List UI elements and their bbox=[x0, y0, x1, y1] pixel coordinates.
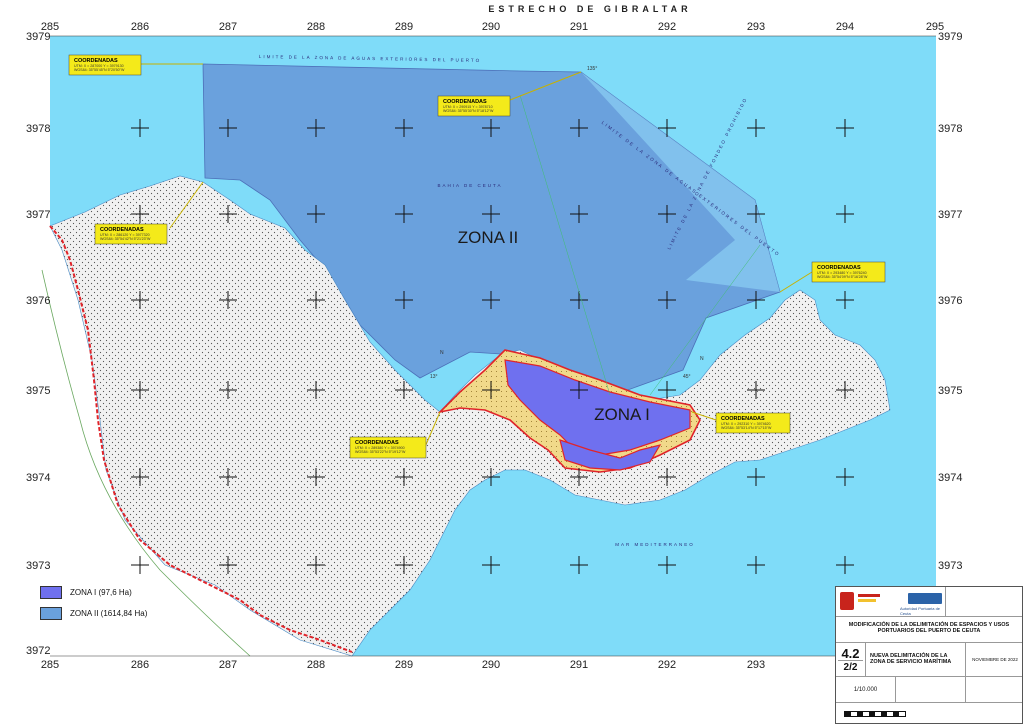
callout-wgs: WGS84: 35°55'45"N 5°20'50"W bbox=[74, 68, 125, 72]
x-grid-label: 289 bbox=[395, 659, 413, 671]
y-grid-label: 3975 bbox=[26, 385, 50, 397]
angle-label-left: 13° bbox=[430, 374, 438, 380]
legend-item-zona-ii: ZONA II (1614,84 Ha) bbox=[40, 607, 190, 620]
angle-label-top: 135° bbox=[587, 66, 597, 72]
x-grid-label: 288 bbox=[307, 659, 325, 671]
y-grid-label: 3978 bbox=[938, 123, 962, 135]
ministry-crest-icon bbox=[840, 592, 854, 610]
coordinate-callout: COORDENADAS UTM: X = 292310 Y = 3974620 … bbox=[715, 412, 791, 434]
tb-scalebar-row bbox=[836, 703, 1022, 725]
x-grid-label: 289 bbox=[395, 21, 413, 33]
tb-date-cell: NOVIEMBRE DE 2022 bbox=[966, 643, 1024, 676]
callout-wgs: WGS84: 35°54'09"N 5°16'28"W bbox=[817, 275, 868, 279]
tb-header-row: Autoridad Portuaria de Ceuta bbox=[836, 587, 1022, 617]
y-grid-label: 3972 bbox=[26, 645, 50, 657]
legend-label: ZONA II (1614,84 Ha) bbox=[70, 609, 148, 618]
divider bbox=[838, 660, 863, 661]
x-grid-label: 292 bbox=[658, 659, 676, 671]
ministry-logo-bar bbox=[858, 599, 876, 602]
x-grid-label: 286 bbox=[131, 659, 149, 671]
north-mark-left: N bbox=[440, 350, 444, 356]
legend-swatch bbox=[40, 607, 62, 620]
y-grid-label: 3979 bbox=[938, 31, 962, 43]
zona-ii-label: ZONA II bbox=[458, 228, 518, 247]
plan-number: 4.2 bbox=[841, 646, 860, 661]
plan-scale: 1/10.000 bbox=[853, 687, 878, 693]
y-grid-label: 3979 bbox=[26, 31, 50, 43]
tb-blank-cell bbox=[896, 677, 966, 702]
org-name: Autoridad Portuaria de Ceuta bbox=[900, 606, 941, 616]
plan-date: NOVIEMBRE DE 2022 bbox=[972, 657, 1018, 662]
x-grid-label: 293 bbox=[747, 21, 765, 33]
y-grid-label: 3977 bbox=[938, 209, 962, 221]
map-legend: ZONA I (97,6 Ha) ZONA II (1614,84 Ha) bbox=[40, 586, 190, 628]
tb-logo-cell: Autoridad Portuaria de Ceuta bbox=[836, 587, 946, 616]
callout-wgs: WGS84: 35°55'30"N 5°18'12"W bbox=[443, 109, 494, 113]
x-grid-label: 288 bbox=[307, 21, 325, 33]
tb-project-row: MODIFICACIÓN DE LA DELIMITACIÓN DE ESPAC… bbox=[836, 617, 1022, 643]
tb-plan-row: 4.2 2/2 NUEVA DELIMITACIÓN DE LA ZONA DE… bbox=[836, 643, 1022, 677]
scale-bar bbox=[844, 711, 906, 717]
x-grid-label: 290 bbox=[482, 21, 500, 33]
sheet-number: 2/2 bbox=[843, 662, 858, 673]
y-grid-label: 3977 bbox=[26, 209, 50, 221]
angle-label-right: 45° bbox=[683, 374, 691, 380]
y-grid-label: 3973 bbox=[26, 560, 50, 572]
tb-plan-title-cell: NUEVA DELIMITACIÓN DE LA ZONA DE SERVICI… bbox=[866, 643, 966, 676]
x-grid-label: 294 bbox=[836, 21, 854, 33]
coordinate-callout: COORDENADAS UTM: X = 290915 Y = 3978710 … bbox=[437, 95, 511, 117]
callout-wgs: WGS84: 35°54'42"N 5°21'23"W bbox=[100, 237, 151, 241]
legend-swatch bbox=[40, 586, 62, 599]
tb-plan-number-cell: 4.2 2/2 bbox=[836, 643, 866, 676]
legend-label: ZONA I (97,6 Ha) bbox=[70, 588, 132, 597]
y-grid-label: 3978 bbox=[26, 123, 50, 135]
y-grid-label: 3975 bbox=[938, 385, 962, 397]
y-grid-label: 3976 bbox=[26, 295, 50, 307]
title-block: Autoridad Portuaria de Ceuta MODIFICACIÓ… bbox=[835, 586, 1023, 724]
ministry-logo-bar bbox=[858, 594, 880, 597]
port-authority-logo-icon bbox=[908, 593, 942, 604]
x-grid-label: 287 bbox=[219, 659, 237, 671]
y-grid-label: 3974 bbox=[938, 472, 962, 484]
coordinate-callout: COORDENADAS UTM: X = 293480 Y = 3976240 … bbox=[811, 261, 886, 283]
x-grid-label: 291 bbox=[570, 659, 588, 671]
x-grid-label: 291 bbox=[570, 21, 588, 33]
coordinate-callout: COORDENADAS UTM: X = 287000 Y = 3979130 … bbox=[68, 54, 142, 76]
x-grid-label: 293 bbox=[747, 659, 765, 671]
project-title: MODIFICACIÓN DE LA DELIMITACIÓN DE ESPAC… bbox=[848, 622, 1010, 634]
coordinate-callout: COORDENADAS UTM: X = 289380 Y = 3974900 … bbox=[349, 436, 427, 459]
y-grid-label: 3974 bbox=[26, 472, 50, 484]
y-grid-label: 3973 bbox=[938, 560, 962, 572]
zona-i-label: ZONA I bbox=[594, 405, 650, 424]
plan-title: NUEVA DELIMITACIÓN DE LA ZONA DE SERVICI… bbox=[870, 653, 952, 665]
callout-wgs: WGS84: 35°53'22"N 5°19'12"W bbox=[355, 450, 406, 454]
x-grid-label: 285 bbox=[41, 659, 59, 671]
coordinate-callout: COORDENADAS UTM: X = 286120 Y = 3977320 … bbox=[94, 223, 168, 245]
x-grid-label: 292 bbox=[658, 21, 676, 33]
bahia-label: BAHIA DE CEUTA bbox=[438, 183, 503, 188]
x-grid-label: 287 bbox=[219, 21, 237, 33]
x-grid-label: 290 bbox=[482, 659, 500, 671]
north-mark-right: N bbox=[700, 356, 704, 362]
strait-title: ESTRECHO DE GIBRALTAR bbox=[488, 4, 691, 14]
y-grid-label: 3976 bbox=[938, 295, 962, 307]
x-grid-label: 286 bbox=[131, 21, 149, 33]
mar-label: MAR MEDITERRANEO bbox=[615, 542, 695, 547]
legend-item-zona-i: ZONA I (97,6 Ha) bbox=[40, 586, 190, 599]
tb-scale-cell: 1/10.000 bbox=[836, 677, 896, 702]
tb-scale-row: 1/10.000 bbox=[836, 677, 1022, 703]
callout-wgs: WGS84: 35°53'14"N 5°17'15"W bbox=[721, 426, 772, 430]
